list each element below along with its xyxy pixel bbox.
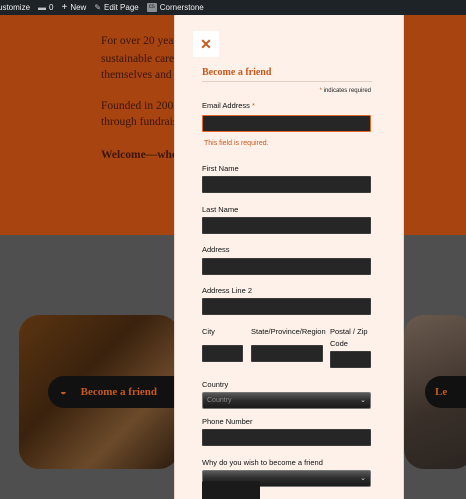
chevron-down-icon: ⌄: [360, 397, 366, 404]
address2-label: Address Line 2: [202, 286, 253, 295]
required-star: *: [319, 88, 322, 94]
become-a-friend-label: Become a friend: [80, 386, 158, 398]
required-note-text: indicates required: [323, 88, 371, 94]
phone-label: Phone Number: [202, 417, 253, 426]
address-field[interactable]: [202, 258, 371, 275]
plus-icon: +: [61, 2, 68, 13]
submit-button[interactable]: [202, 481, 260, 499]
zip-label-line1: Postal / Zip: [330, 327, 368, 336]
zip-field[interactable]: [330, 351, 371, 368]
admin-edit-page-link[interactable]: ✎ Edit Page: [94, 3, 138, 12]
city-field[interactable]: [202, 345, 243, 362]
second-card-button[interactable]: Le: [425, 376, 466, 408]
customize-label: ustomize: [0, 3, 31, 12]
title-divider: [202, 81, 372, 82]
modal-title: Become a friend: [202, 67, 272, 78]
comment-icon: ▬: [38, 3, 47, 12]
country-label: Country: [202, 380, 229, 389]
new-label: New: [70, 3, 87, 12]
admin-comments-link[interactable]: ▬ 0: [38, 3, 53, 12]
admin-customize-link[interactable]: ustomize: [0, 3, 30, 12]
address2-field[interactable]: [202, 298, 371, 315]
address-label: Address: [202, 245, 230, 254]
close-icon: ✕: [200, 35, 212, 52]
first-name-label: First Name: [202, 164, 239, 173]
email-field[interactable]: [202, 115, 371, 132]
why-label: Why do you wish to become a friend: [202, 458, 323, 467]
state-label: State/Province/Region: [251, 327, 326, 336]
admin-cornerstone-link[interactable]: cs Cornerstone: [146, 3, 204, 12]
become-a-friend-modal: ✕ Become a friend * indicates required E…: [174, 15, 404, 499]
second-card-label: Le: [435, 386, 448, 398]
admin-new-link[interactable]: + New: [61, 2, 86, 13]
zip-label-line2: Code: [330, 339, 348, 348]
pencil-icon: ✎: [94, 3, 102, 12]
country-value: Country: [207, 397, 232, 404]
become-a-friend-button[interactable]: ◒ Become a friend: [48, 376, 188, 408]
close-button[interactable]: ✕: [193, 31, 219, 57]
cornerstone-icon: cs: [146, 3, 157, 12]
last-name-label: Last Name: [202, 205, 239, 214]
city-label: City: [202, 327, 215, 336]
chevron-down-icon: ⌄: [360, 475, 366, 482]
first-name-field[interactable]: [202, 176, 371, 193]
cornerstone-label: Cornerstone: [159, 3, 204, 12]
country-select[interactable]: Country ⌄: [202, 392, 371, 409]
required-note: * indicates required: [295, 88, 371, 94]
comments-count: 0: [49, 3, 54, 12]
email-error: This field is required.: [204, 140, 269, 147]
last-name-field[interactable]: [202, 217, 371, 234]
admin-bar: ustomize ▬ 0 + New ✎ Edit Page cs Cornerston…: [0, 0, 466, 15]
bowl-icon: ◒: [60, 386, 67, 398]
email-label: Email Address *: [202, 101, 255, 110]
phone-field[interactable]: [202, 429, 371, 446]
required-star: *: [252, 101, 255, 110]
state-field[interactable]: [251, 345, 323, 362]
email-label-text: Email Address: [202, 101, 250, 110]
edit-page-label: Edit Page: [104, 3, 139, 12]
